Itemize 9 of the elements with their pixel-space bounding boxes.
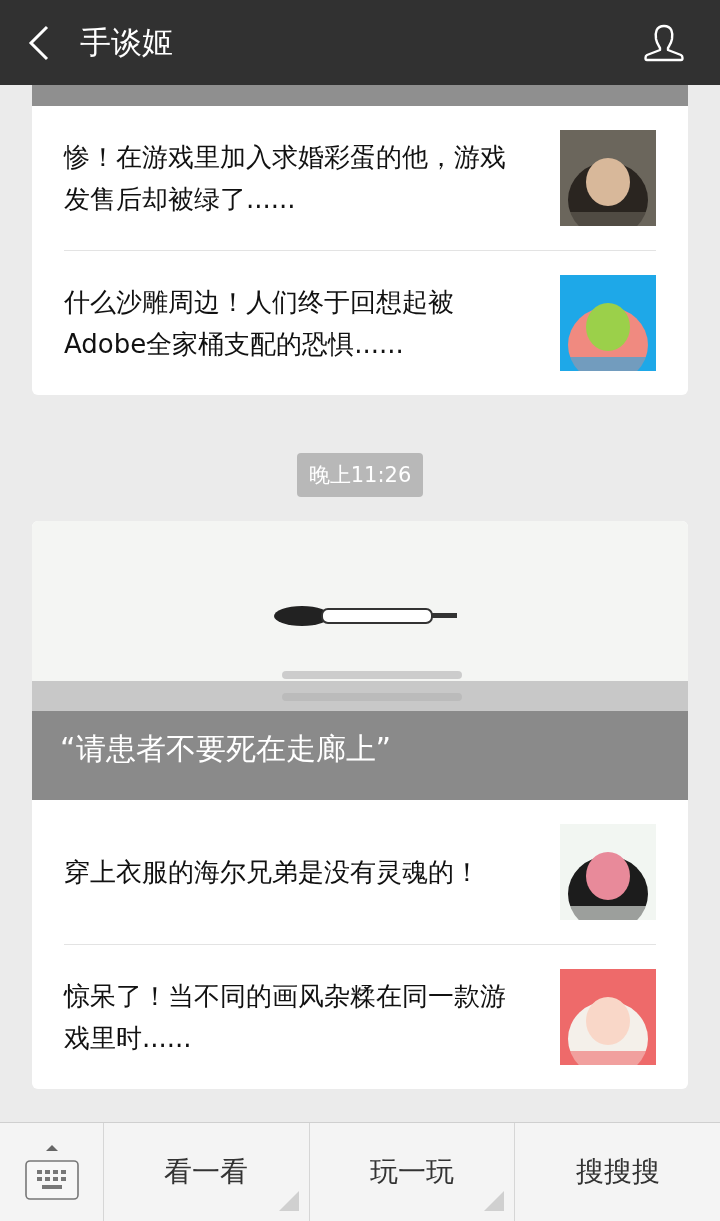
back-icon[interactable] (28, 24, 50, 61)
window-title: 手谈姬 (80, 22, 174, 62)
keyboard-icon[interactable] (23, 1143, 80, 1201)
article-title[interactable]: 穿上衣服的海尔兄弟是没有灵魂的！ (64, 851, 560, 893)
article-title[interactable]: 惨！在游戏里加入求婚彩蛋的他，游戏发售后却被绿了...... (64, 136, 560, 220)
article-title[interactable]: 什么沙雕周边！人们终于回想起被Adobe全家桶支配的恐惧...... (64, 281, 560, 365)
article-title[interactable]: 惊呆了！当不同的画风杂糅在同一款游戏里时...... (64, 975, 560, 1059)
profile-icon[interactable] (644, 23, 684, 62)
timestamp: 晚上11:26 (296, 453, 424, 497)
